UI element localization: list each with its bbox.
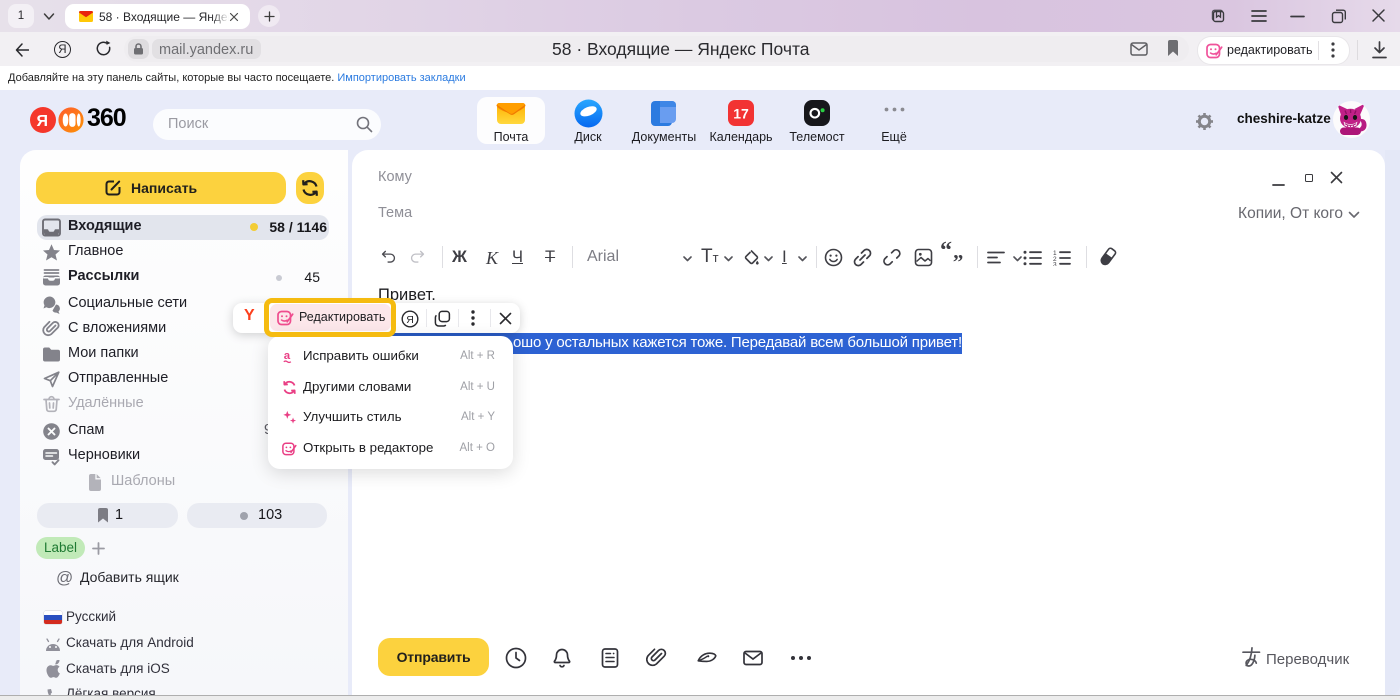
svg-text:a: a xyxy=(284,350,291,362)
svg-text:Я: Я xyxy=(406,314,414,326)
svg-text:3: 3 xyxy=(1053,262,1057,267)
svg-text:17: 17 xyxy=(733,106,749,122)
